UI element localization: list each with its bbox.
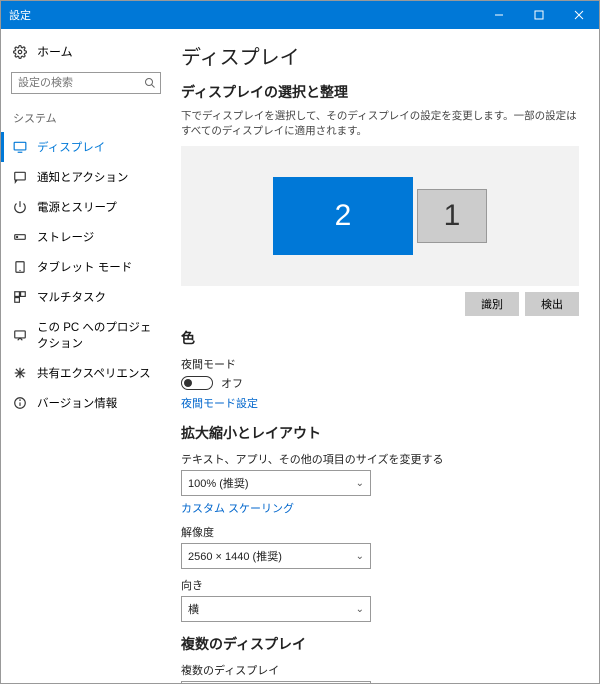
home-label: ホーム <box>37 43 73 60</box>
monitor-icon <box>13 140 27 154</box>
orientation-value: 横 <box>188 601 199 617</box>
night-mode-state: オフ <box>221 375 243 391</box>
multitask-icon <box>13 290 27 304</box>
nav-label: バージョン情報 <box>37 395 117 411</box>
group-label: システム <box>1 106 171 132</box>
nav-label: 通知とアクション <box>37 169 128 185</box>
search-wrap <box>11 72 161 94</box>
nav-share[interactable]: 共有エクスペリエンス <box>1 358 171 388</box>
nav-label: マルチタスク <box>37 289 106 305</box>
nav-label: 電源とスリープ <box>37 199 117 215</box>
scale-label: テキスト、アプリ、その他の項目のサイズを変更する <box>181 451 579 467</box>
nav-storage[interactable]: ストレージ <box>1 222 171 252</box>
chevron-down-icon: ⌄ <box>356 604 364 615</box>
storage-icon <box>13 230 27 244</box>
night-mode-toggle[interactable] <box>181 376 213 390</box>
chat-icon <box>13 170 27 184</box>
multi-label: 複数のディスプレイ <box>181 662 579 678</box>
identify-button[interactable]: 識別 <box>465 292 519 316</box>
home-nav[interactable]: ホーム <box>1 37 171 66</box>
nav-label: ディスプレイ <box>37 139 105 155</box>
nav-label: ストレージ <box>37 229 94 245</box>
close-button[interactable] <box>559 1 599 29</box>
resolution-value: 2560 × 1440 (推奨) <box>188 548 282 564</box>
minimize-button[interactable] <box>479 1 519 29</box>
nav-label: この PC へのプロジェクション <box>37 319 159 351</box>
resolution-label: 解像度 <box>181 524 579 540</box>
orientation-dropdown[interactable]: 横⌄ <box>181 596 371 622</box>
scale-value: 100% (推奨) <box>188 475 249 491</box>
section-scale-title: 拡大縮小とレイアウト <box>181 423 579 443</box>
nav-label: タブレット モード <box>37 259 132 275</box>
titlebar: 設定 <box>1 1 599 29</box>
info-icon <box>13 396 27 410</box>
monitor-2[interactable]: 2 <box>273 177 413 255</box>
search-input[interactable] <box>11 72 161 94</box>
main-panel: ディスプレイ ディスプレイの選択と整理 下でディスプレイを選択して、そのディスプ… <box>171 29 599 683</box>
search-icon <box>144 76 156 94</box>
page-title: ディスプレイ <box>181 41 579 70</box>
nav-label: 共有エクスペリエンス <box>37 365 151 381</box>
projection-icon <box>13 328 27 342</box>
chevron-down-icon: ⌄ <box>356 478 364 489</box>
section-multi-title: 複数のディスプレイ <box>181 634 579 654</box>
power-icon <box>13 200 27 214</box>
gear-icon <box>13 45 27 59</box>
monitor-1[interactable]: 1 <box>417 189 487 243</box>
nav-projection[interactable]: この PC へのプロジェクション <box>1 312 171 358</box>
detect-button[interactable]: 検出 <box>525 292 579 316</box>
maximize-button[interactable] <box>519 1 559 29</box>
orientation-label: 向き <box>181 577 579 593</box>
select-desc: 下でディスプレイを選択して、そのディスプレイの設定を変更します。一部の設定はすべ… <box>181 108 579 138</box>
nav-tablet[interactable]: タブレット モード <box>1 252 171 282</box>
sidebar: ホーム システム ディスプレイ 通知とアクション 電源とスリープ ストレージ タ… <box>1 29 171 683</box>
custom-scaling-link[interactable]: カスタム スケーリング <box>181 500 579 516</box>
section-color-title: 色 <box>181 328 579 348</box>
nav-notifications[interactable]: 通知とアクション <box>1 162 171 192</box>
night-mode-settings-link[interactable]: 夜間モード設定 <box>181 395 579 411</box>
scale-dropdown[interactable]: 100% (推奨) ⌄ <box>181 470 371 496</box>
multi-dropdown[interactable]: 表示画面を拡張する⌄ <box>181 681 371 683</box>
nav-multitask[interactable]: マルチタスク <box>1 282 171 312</box>
nav-about[interactable]: バージョン情報 <box>1 388 171 418</box>
section-select-title: ディスプレイの選択と整理 <box>181 82 579 102</box>
night-mode-label: 夜間モード <box>181 356 579 372</box>
share-icon <box>13 366 27 380</box>
resolution-dropdown[interactable]: 2560 × 1440 (推奨) ⌄ <box>181 543 371 569</box>
nav-display[interactable]: ディスプレイ <box>1 132 171 162</box>
chevron-down-icon: ⌄ <box>356 551 364 562</box>
display-arrange-area[interactable]: 2 1 <box>181 146 579 286</box>
window-title: 設定 <box>9 7 31 23</box>
nav-power[interactable]: 電源とスリープ <box>1 192 171 222</box>
tablet-icon <box>13 260 27 274</box>
